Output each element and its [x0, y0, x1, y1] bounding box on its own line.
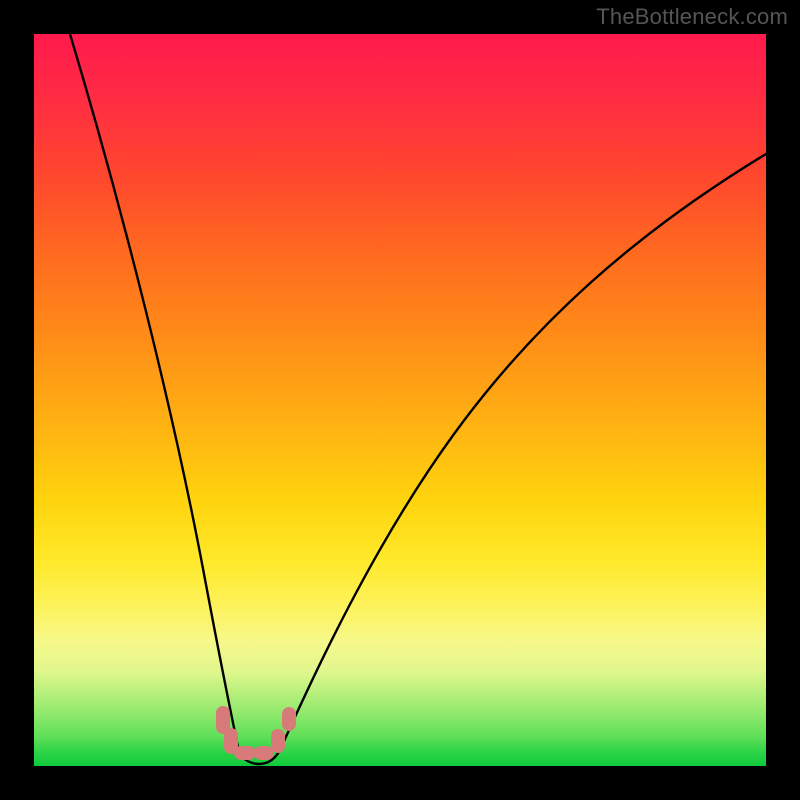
curve-left-limb — [70, 34, 239, 752]
watermark-text: TheBottleneck.com — [596, 4, 788, 30]
plot-area — [34, 34, 766, 766]
marker-blob — [271, 729, 285, 753]
marker-blob — [254, 746, 274, 760]
marker-blob — [234, 746, 256, 760]
trough-markers — [216, 706, 296, 760]
marker-blob — [282, 707, 296, 731]
curve-svg — [34, 34, 766, 766]
curve-right-limb — [280, 154, 766, 750]
chart-container: TheBottleneck.com — [0, 0, 800, 800]
